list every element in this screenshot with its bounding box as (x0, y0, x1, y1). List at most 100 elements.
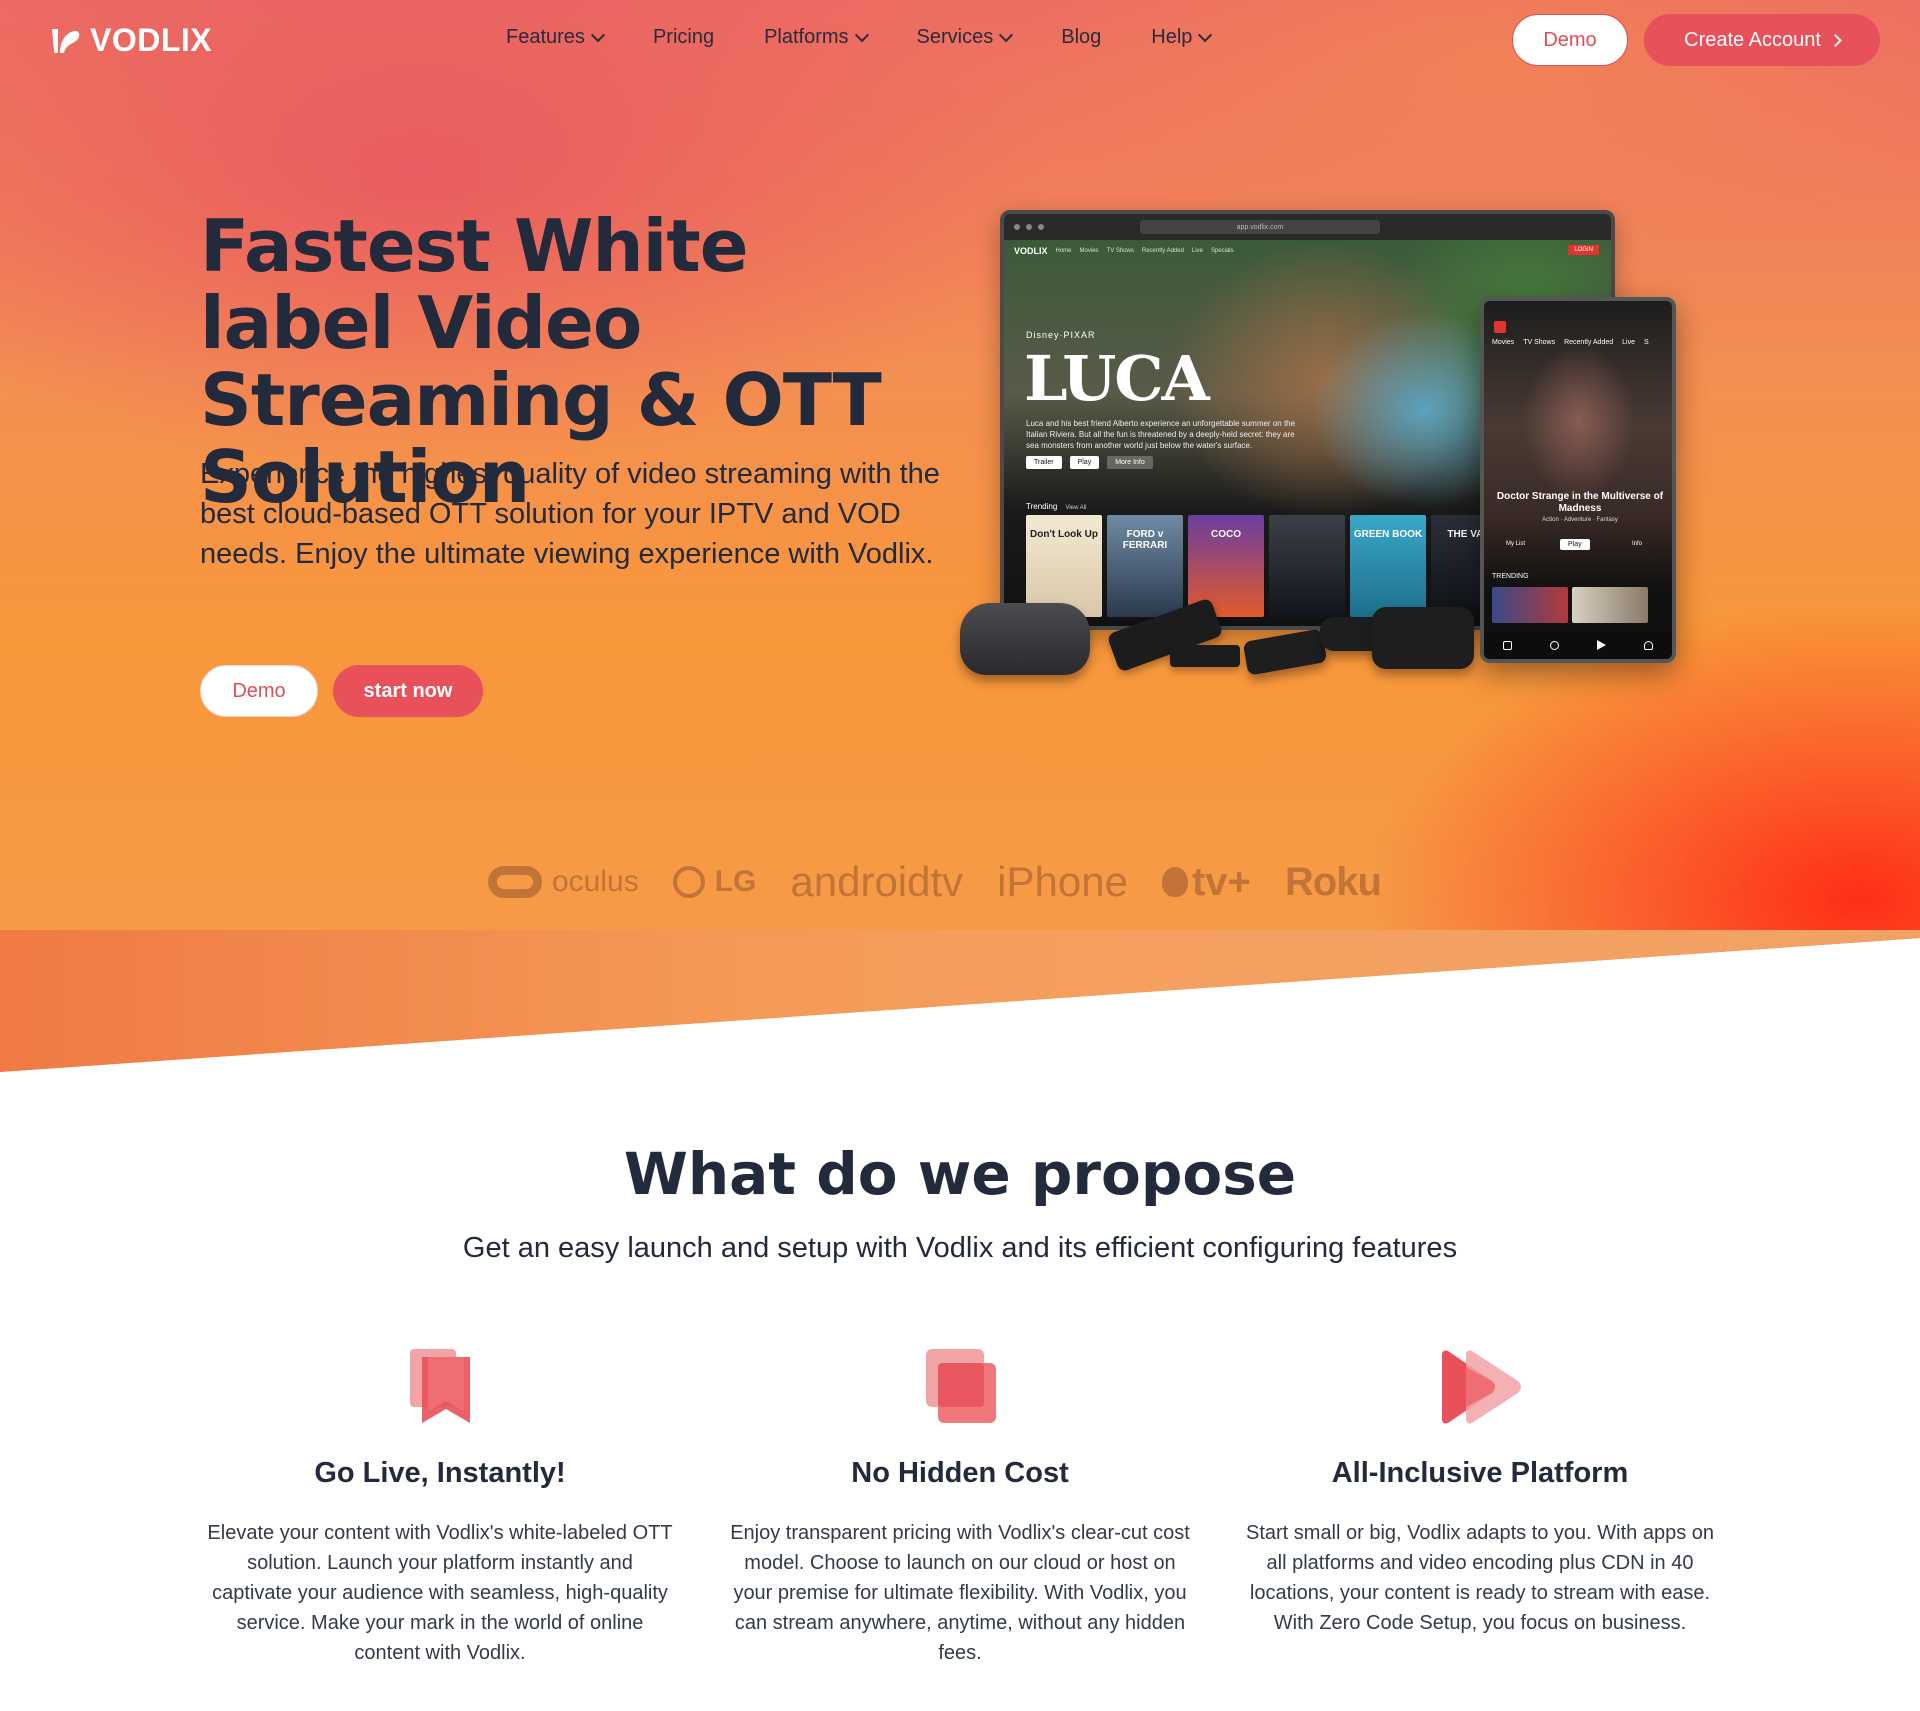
androidtv-logo: androidtv (790, 858, 963, 906)
feature-title: No Hidden Cost (851, 1457, 1069, 1489)
app-nav-item: Specials (1210, 248, 1234, 254)
chevron-down-icon (590, 27, 606, 42)
menu-item-services[interactable]: Services (916, 26, 1014, 49)
login-badge: LOGIN (1568, 245, 1599, 255)
apple-tv-logo: tv+ (1161, 859, 1251, 905)
tablet-thumb (1572, 587, 1648, 623)
hero-demo-button[interactable]: Demo (200, 665, 318, 717)
start-now-button[interactable]: start now (333, 665, 483, 717)
feature-movie-title: LUCA (1024, 342, 1210, 415)
address-bar: app.vodlix.com (1140, 220, 1380, 234)
section-title: What do we propose (623, 1140, 1297, 1208)
hero-bottom-band (0, 930, 1920, 1072)
tablet-thumb-row (1492, 587, 1648, 623)
menu-item-blog[interactable]: Blog (1061, 26, 1101, 49)
play-icon (1432, 1345, 1528, 1429)
device-mockup: app.vodlix.com VODLIX Home Movies TV Sho… (960, 205, 1680, 685)
tablet-nav-item: S (1643, 339, 1649, 346)
poster: Don't Look Up (1026, 515, 1102, 617)
tablet-screen: Movies TV Shows Recently Added Live S Do… (1484, 301, 1672, 659)
apple-icon (1161, 867, 1188, 897)
app-nav-item: Live (1191, 248, 1203, 254)
chevron-right-icon (1829, 33, 1842, 47)
create-account-label: Create Account (1684, 28, 1821, 51)
chevron-down-icon (1198, 27, 1213, 42)
view-all-link: View All (1065, 505, 1087, 511)
tablet-nav-item: TV Shows (1523, 339, 1556, 346)
menu-item-help[interactable]: Help (1151, 26, 1213, 49)
apple-tv-box-device (1372, 607, 1474, 669)
menu-label: Platforms (764, 26, 849, 48)
vodlix-logo-icon (48, 23, 82, 59)
app-nav-item: Home (1055, 248, 1072, 254)
oculus-icon (488, 866, 542, 898)
vr-headset-device (960, 603, 1090, 675)
window-dot-icon (1014, 224, 1020, 230)
tablet-nav-item: Recently Added (1564, 339, 1614, 346)
window-dot-icon (1026, 224, 1032, 230)
menu-label: Services (916, 26, 994, 48)
platform-name: oculus (552, 865, 639, 898)
platform-name: tv+ (1191, 859, 1251, 904)
home-icon (1503, 640, 1512, 650)
app-logo: VODLIX (1014, 246, 1048, 256)
feature-movie-description: Luca and his best friend Alberto experie… (1026, 419, 1296, 450)
section-subtitle: Get an easy launch and setup with Vodlix… (462, 1232, 1458, 1264)
menu-item-pricing[interactable]: Pricing (653, 26, 714, 49)
tablet-trending-label: TRENDING (1492, 573, 1529, 580)
chevron-down-icon (854, 27, 869, 42)
play-button: Play (1069, 456, 1100, 469)
more-info-button: More Info (1107, 456, 1153, 469)
trailer-button: Trailer (1026, 456, 1062, 469)
trending-text: Trending (1026, 502, 1058, 511)
platform-name: androidtv (790, 858, 964, 905)
menu-label: Pricing (652, 26, 715, 48)
oculus-logo: oculus (488, 865, 639, 899)
menu-item-platforms[interactable]: Platforms (764, 26, 869, 49)
play-icon (1597, 640, 1606, 650)
feature-card-all-inclusive: All-Inclusive Platform Start small or bi… (1245, 1345, 1715, 1638)
feature-title: Go Live, Instantly! (314, 1457, 566, 1489)
top-navigation: VODLIX Features Pricing Platforms Servic… (0, 0, 1920, 80)
platform-name: LG (714, 865, 757, 898)
poster: GREEN BOOK (1350, 515, 1426, 617)
menu-label: Features (506, 26, 585, 48)
platform-name: iPhone (997, 858, 1128, 905)
feature-card-no-hidden-cost: No Hidden Cost Enjoy transparent pricing… (725, 1345, 1195, 1668)
tablet-mockup: Movies TV Shows Recently Added Live S Do… (1480, 297, 1676, 663)
app-nav: VODLIX Home Movies TV Shows Recently Add… (1014, 246, 1234, 256)
app-nav-item: TV Shows (1106, 248, 1134, 254)
trending-label: Trending View All (1026, 502, 1086, 511)
studio-label: Disney·PIXAR (1026, 330, 1096, 340)
main-menu: Features Pricing Platforms Services Blog… (506, 26, 1213, 49)
iphone-logo: iPhone (997, 858, 1128, 906)
roku-logo: Roku (1284, 859, 1382, 905)
tablet-play-button: Play (1560, 539, 1590, 550)
tablet-info: Info (1632, 541, 1643, 547)
window-dot-icon (1038, 224, 1044, 230)
bookmark-icon (392, 1345, 488, 1429)
brand-name: VODLIX (90, 22, 213, 58)
lg-icon (672, 866, 705, 898)
tablet-mylist: My List (1506, 541, 1526, 547)
tablet-tab-bar (1484, 631, 1672, 659)
demo-button[interactable]: Demo (1512, 14, 1628, 66)
poster (1269, 515, 1345, 617)
tablet-nav-item: Movies (1492, 339, 1515, 346)
layers-icon (912, 1345, 1008, 1429)
brand-logo[interactable]: VODLIX (48, 22, 212, 59)
search-icon (1550, 640, 1559, 650)
tablet-thumb (1492, 587, 1568, 623)
menu-item-features[interactable]: Features (506, 26, 606, 49)
platform-name: Roku (1284, 859, 1382, 904)
feature-description: Elevate your content with Vodlix's white… (207, 1522, 673, 1664)
feature-description: Start small or big, Vodlix adapts to you… (1245, 1522, 1715, 1634)
user-icon (1644, 640, 1653, 650)
hero-subtitle: Experience the highest quality of video … (200, 458, 940, 570)
poster-row: Don't Look Up FORD v FERRARI COCO GREEN … (1026, 515, 1507, 617)
create-account-button[interactable]: Create Account (1644, 14, 1880, 66)
tablet-nav-item: Live (1622, 339, 1635, 346)
menu-label: Help (1151, 26, 1193, 48)
feature-card-go-live: Go Live, Instantly! Elevate your content… (205, 1345, 675, 1668)
app-nav-item: Recently Added (1141, 248, 1184, 254)
